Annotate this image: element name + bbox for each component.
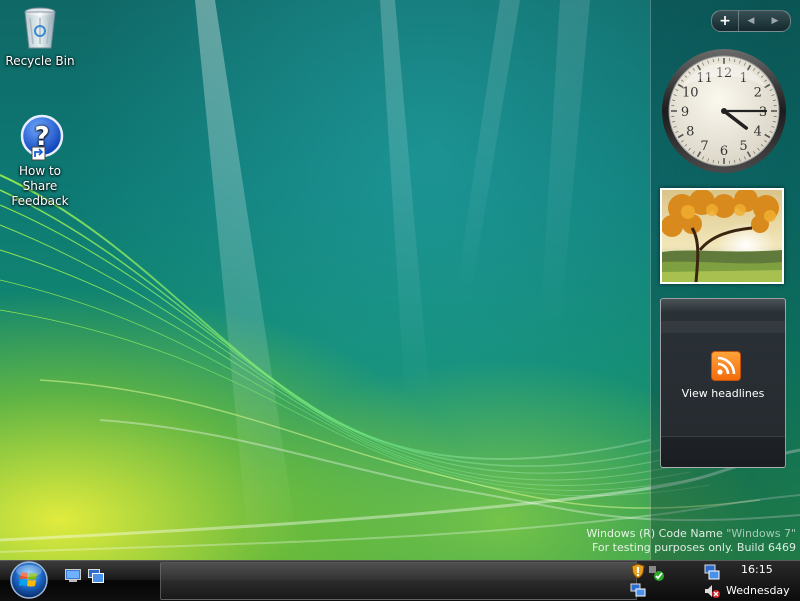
desktop-icon-recycle-bin[interactable]: Recycle Bin [0, 4, 80, 69]
clock-gadget[interactable]: 121234567891011 [661, 48, 787, 174]
clock-numeral: 8 [686, 125, 694, 140]
share-feedback-label-1: How to Share [0, 164, 80, 194]
clock-numeral: 10 [682, 86, 699, 101]
network-icon[interactable] [630, 582, 646, 598]
tray-clock-day[interactable]: Wednesday [726, 584, 790, 597]
windows-orb-icon [6, 560, 52, 600]
clock-numeral: 3 [759, 105, 767, 120]
clock-numeral: 9 [681, 105, 689, 120]
tray-clock-time[interactable]: 16:15 [741, 563, 773, 576]
rss-feed-icon [711, 351, 741, 381]
sidebar-controls: + ◀ ▶ [711, 10, 791, 32]
watermark-codename: "Windows 7" [726, 527, 796, 540]
share-feedback-label-2: Feedback [0, 194, 80, 209]
show-desktop-icon [65, 569, 81, 583]
start-button[interactable] [6, 560, 52, 600]
desktop-icon-share-feedback[interactable]: ? How to Share Feedback [0, 114, 80, 209]
quick-launch-switch-windows[interactable] [88, 568, 104, 582]
next-page-button[interactable]: ▶ [763, 11, 787, 31]
previous-page-button[interactable]: ◀ [739, 11, 763, 31]
volume-muted-icon[interactable] [704, 583, 720, 599]
feed-headlines-gadget[interactable]: View headlines [660, 298, 786, 468]
clock-numeral: 7 [700, 139, 708, 154]
recycle-bin-icon [16, 4, 64, 52]
security-check-icon[interactable] [648, 565, 664, 581]
clock-numeral: 2 [754, 86, 762, 101]
quick-launch-show-desktop[interactable] [65, 568, 81, 582]
help-question-icon: ? [16, 114, 64, 162]
clock-face: 121234567891011 [661, 48, 787, 174]
view-headlines-label[interactable]: View headlines [661, 387, 785, 400]
recycle-bin-label: Recycle Bin [0, 54, 80, 69]
slideshow-gadget[interactable] [660, 188, 784, 284]
network-status-icon[interactable] [704, 564, 720, 580]
clock-numeral: 6 [720, 144, 728, 159]
taskbar-window-area[interactable] [160, 562, 637, 600]
watermark-line2: For testing purposes only. Build 6469 [586, 541, 796, 555]
watermark-line1: Windows (R) Code Name [586, 527, 726, 540]
add-gadget-button[interactable]: + [712, 11, 739, 31]
clock-numeral: 5 [739, 139, 747, 154]
slideshow-photo [662, 190, 782, 282]
switch-windows-icon [88, 569, 104, 583]
windows-defender-icon[interactable] [630, 563, 646, 579]
build-watermark: Windows (R) Code Name "Windows 7" For te… [586, 527, 796, 555]
clock-numeral: 4 [754, 125, 762, 140]
